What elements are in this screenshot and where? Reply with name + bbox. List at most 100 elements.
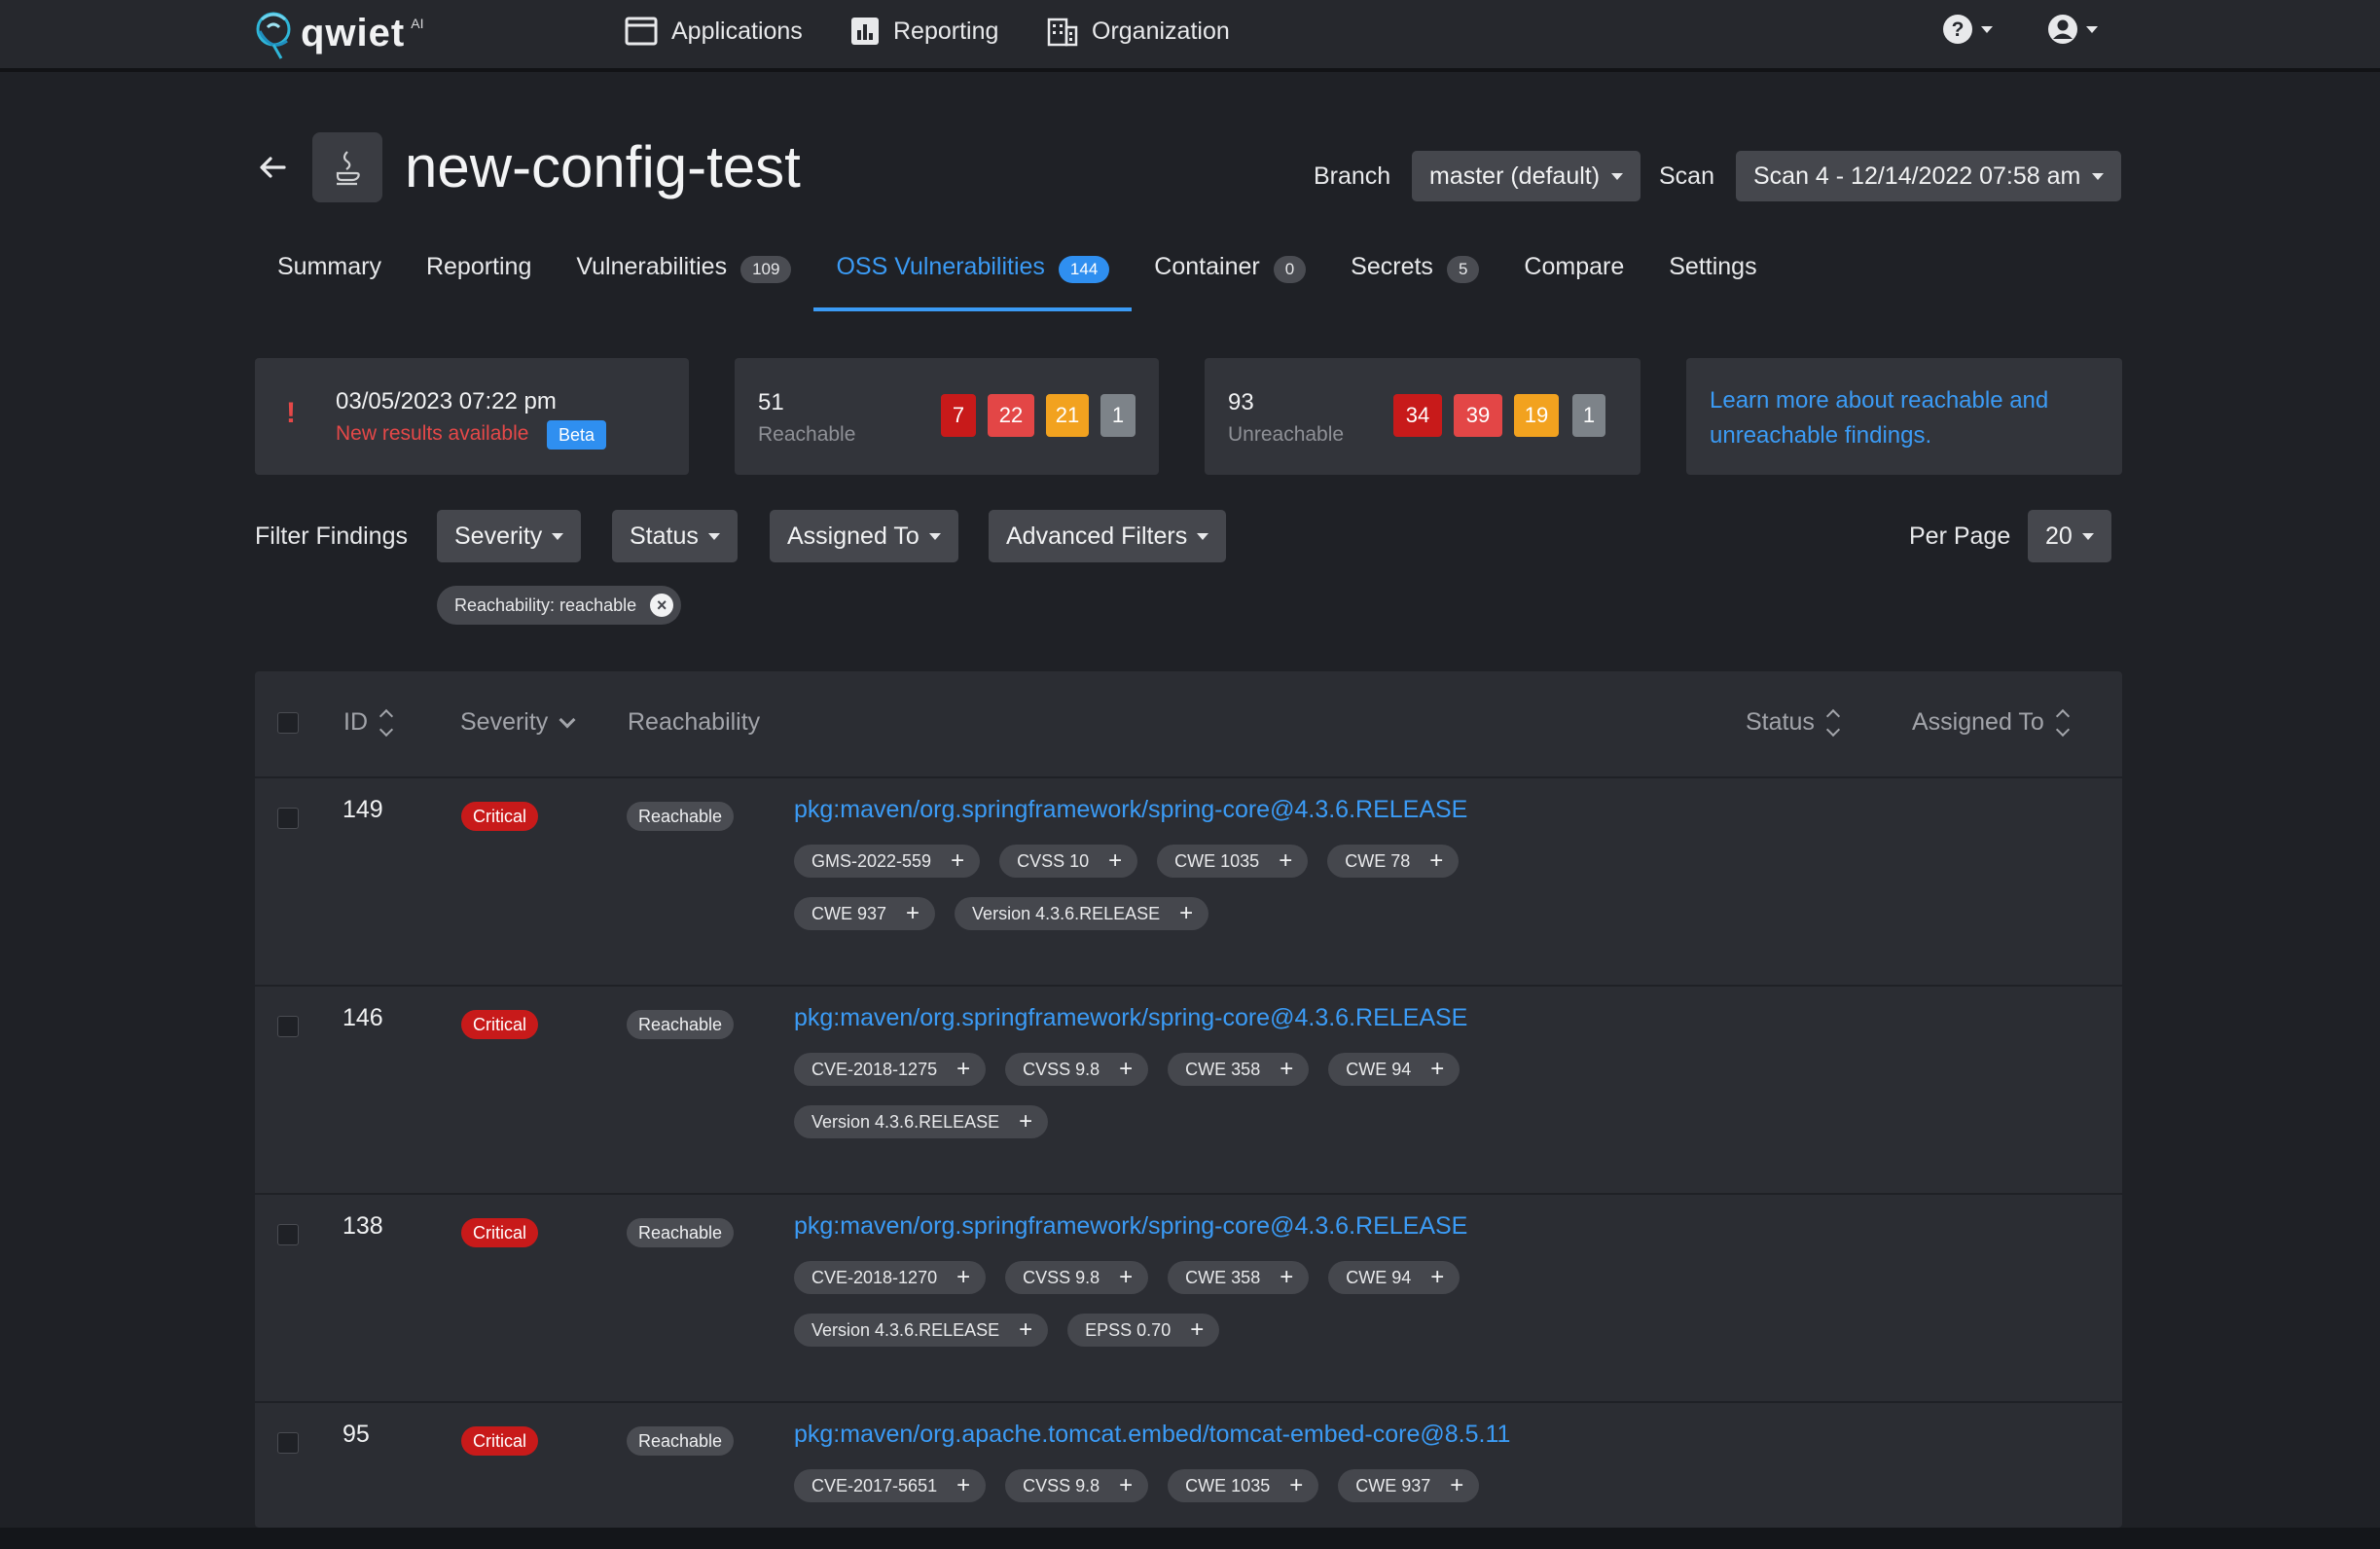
- assigned-to-filter[interactable]: Assigned To: [770, 510, 958, 562]
- plus-icon[interactable]: +: [956, 1058, 970, 1081]
- scan-value: Scan 4 - 12/14/2022 07:58 am: [1753, 162, 2081, 190]
- finding-id: 149: [343, 796, 383, 823]
- status-column-header[interactable]: Status: [1746, 708, 1840, 737]
- plus-icon[interactable]: +: [1280, 1266, 1293, 1289]
- tab-summary[interactable]: Summary: [255, 245, 404, 311]
- package-link[interactable]: pkg:maven/org.springframework/spring-cor…: [794, 796, 1467, 824]
- qwiet-logo[interactable]: qwiet AI: [252, 4, 423, 62]
- nav-applications[interactable]: Applications: [625, 14, 803, 49]
- tag-label: Version 4.3.6.RELEASE: [811, 1319, 1000, 1340]
- branch-select[interactable]: master (default): [1412, 151, 1641, 201]
- finding-id: 146: [343, 1004, 383, 1031]
- tag: CVE-2017-5651 +: [794, 1469, 987, 1502]
- back-arrow-icon[interactable]: [255, 150, 290, 185]
- plus-icon[interactable]: +: [951, 849, 964, 873]
- row-checkbox[interactable]: [277, 1224, 299, 1245]
- plus-icon[interactable]: +: [1429, 849, 1443, 873]
- tag-label: CWE 94: [1346, 1267, 1412, 1287]
- id-column-header[interactable]: ID: [343, 708, 394, 737]
- tag-label: CVE-2018-1270: [811, 1267, 938, 1287]
- tab-vulnerabilities[interactable]: Vulnerabilities 109: [554, 245, 813, 311]
- close-icon[interactable]: ×: [650, 594, 674, 617]
- tag-label: CVSS 9.8: [1023, 1267, 1100, 1287]
- sort-icon: [2055, 708, 2070, 737]
- plus-icon[interactable]: +: [1119, 1474, 1133, 1497]
- scan-label: Scan: [1659, 162, 1714, 190]
- learn-more-link[interactable]: Learn more about reachable and unreachab…: [1710, 383, 2048, 453]
- plus-icon[interactable]: +: [1280, 1058, 1293, 1081]
- tab-reporting[interactable]: Reporting: [404, 245, 554, 311]
- tag: CWE 358 +: [1168, 1261, 1310, 1294]
- per-page-select[interactable]: 20: [2028, 510, 2111, 562]
- plus-icon[interactable]: +: [956, 1266, 970, 1289]
- row-checkbox[interactable]: [277, 808, 299, 829]
- package-link[interactable]: pkg:maven/org.springframework/spring-cor…: [794, 1212, 1467, 1241]
- question-circle-icon: ?: [1943, 15, 1972, 44]
- tab-settings[interactable]: Settings: [1646, 245, 1779, 311]
- reachability-badge: Reachable: [627, 802, 735, 831]
- severity-filter[interactable]: Severity: [437, 510, 582, 562]
- table-row[interactable]: 149 Critical Reachable pkg:maven/org.spr…: [255, 778, 2122, 987]
- tag: CWE 1035 +: [1168, 1469, 1319, 1502]
- tag: Version 4.3.6.RELEASE +: [794, 1314, 1049, 1347]
- beta-badge: Beta: [547, 420, 607, 450]
- tab-container[interactable]: Container 0: [1132, 245, 1328, 311]
- plus-icon[interactable]: +: [1430, 1266, 1444, 1289]
- plus-icon[interactable]: +: [1430, 1058, 1444, 1081]
- plus-icon[interactable]: +: [1289, 1474, 1303, 1497]
- status-filter[interactable]: Status: [612, 510, 738, 562]
- logo-ai-superscript: AI: [411, 16, 424, 31]
- tab-oss-vulnerabilities[interactable]: OSS Vulnerabilities 144: [813, 245, 1133, 311]
- tag-label: CWE 358: [1185, 1059, 1261, 1079]
- chevron-down-icon: [559, 711, 576, 728]
- filter-findings-label: Filter Findings: [255, 522, 408, 550]
- plus-icon[interactable]: +: [1119, 1266, 1133, 1289]
- plus-icon[interactable]: +: [906, 902, 920, 925]
- nav-reporting[interactable]: Reporting: [850, 14, 998, 49]
- table-row[interactable]: 138 Critical Reachable pkg:maven/org.spr…: [255, 1195, 2122, 1403]
- window-icon: [625, 17, 658, 46]
- plus-icon[interactable]: +: [1019, 1318, 1032, 1342]
- select-all-checkbox[interactable]: [277, 712, 299, 734]
- chevron-down-icon: [1197, 532, 1209, 540]
- table-row[interactable]: 146 Critical Reachable pkg:maven/org.spr…: [255, 987, 2122, 1195]
- package-link[interactable]: pkg:maven/org.apache.tomcat.embed/tomcat…: [794, 1421, 1510, 1449]
- help-menu[interactable]: ?: [1942, 14, 1993, 45]
- tab-compare-label: Compare: [1524, 253, 1625, 280]
- assigned-to-column-header[interactable]: Assigned To: [1912, 708, 2070, 737]
- reachable-card[interactable]: 51 Reachable 7 22 21 1: [735, 358, 1159, 475]
- chevron-down-icon: [1611, 172, 1624, 180]
- row-checkbox[interactable]: [277, 1016, 299, 1037]
- table-row[interactable]: 95 Critical Reachable pkg:maven/org.apac…: [255, 1403, 2122, 1528]
- tag: GMS-2022-559 +: [794, 845, 981, 878]
- chevron-down-icon: [2086, 25, 2098, 33]
- plus-icon[interactable]: +: [1119, 1058, 1133, 1081]
- row-checkbox[interactable]: [277, 1432, 299, 1454]
- advanced-filters[interactable]: Advanced Filters: [989, 510, 1227, 562]
- nav-applications-label: Applications: [671, 17, 803, 45]
- tab-compare[interactable]: Compare: [1501, 245, 1646, 311]
- user-menu[interactable]: [2047, 14, 2098, 45]
- logo-mark-icon: [256, 12, 291, 59]
- plus-icon[interactable]: +: [1190, 1318, 1204, 1342]
- plus-icon[interactable]: +: [1450, 1474, 1463, 1497]
- building-icon: [1047, 18, 1078, 47]
- unreachable-card[interactable]: 93 Unreachable 34 39 19 1: [1205, 358, 1641, 475]
- tag: CWE 1035 +: [1157, 845, 1309, 878]
- severity-column-header[interactable]: Severity: [460, 708, 576, 737]
- plus-icon[interactable]: +: [956, 1474, 970, 1497]
- plus-icon[interactable]: +: [1019, 1110, 1032, 1134]
- scan-select[interactable]: Scan 4 - 12/14/2022 07:58 am: [1736, 151, 2122, 201]
- tab-secrets-label: Secrets: [1351, 253, 1433, 280]
- tag: Version 4.3.6.RELEASE +: [955, 897, 1209, 930]
- plus-icon[interactable]: +: [1179, 902, 1193, 925]
- package-link[interactable]: pkg:maven/org.springframework/spring-cor…: [794, 1004, 1467, 1032]
- plus-icon[interactable]: +: [1108, 849, 1122, 873]
- nav-organization[interactable]: Organization: [1047, 14, 1230, 49]
- tab-secrets[interactable]: Secrets 5: [1328, 245, 1501, 311]
- tag: CVSS 10 +: [999, 845, 1138, 878]
- id-header-label: ID: [343, 708, 368, 736]
- branch-label: Branch: [1314, 162, 1391, 190]
- plus-icon[interactable]: +: [1279, 849, 1292, 873]
- new-results-link[interactable]: New results available: [336, 422, 528, 446]
